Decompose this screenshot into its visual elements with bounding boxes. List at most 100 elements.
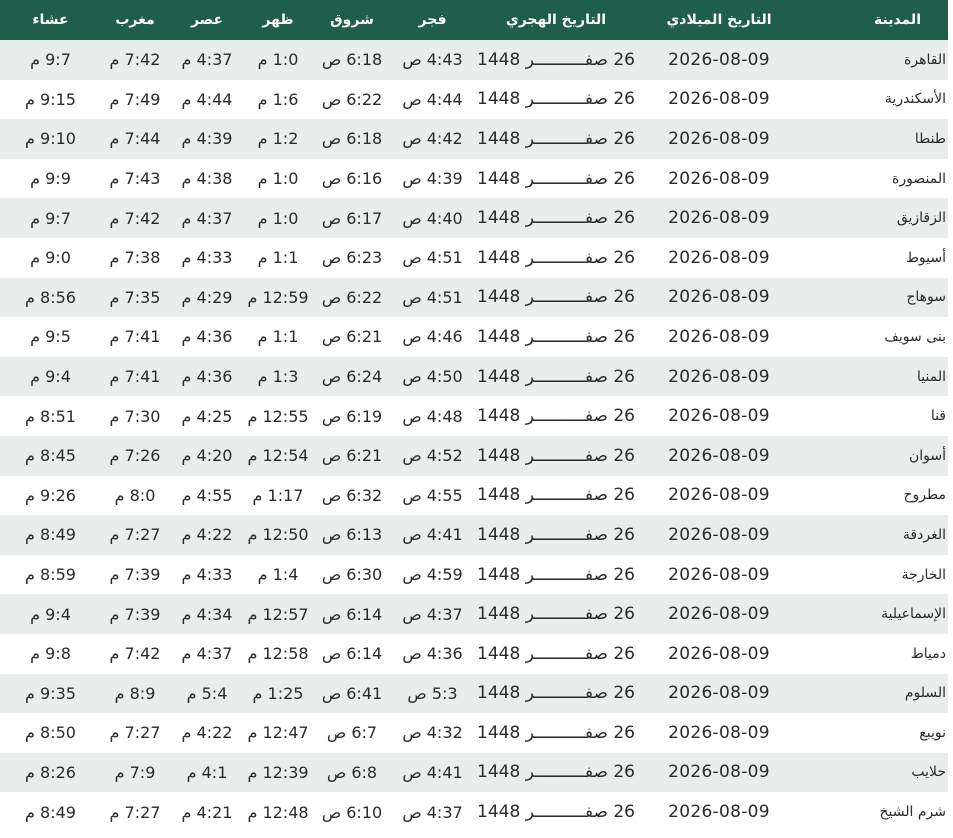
cell-city: مطروح bbox=[903, 487, 946, 504]
cell-fajr: 4:52 ص bbox=[402, 446, 463, 466]
cell-city: القاهرة bbox=[904, 51, 946, 68]
cell-asr: 4:36 م bbox=[181, 327, 233, 347]
cell-asr: 5:4 م bbox=[186, 683, 228, 703]
cell-asr: 4:33 م bbox=[181, 248, 233, 268]
table-row: الخارجة 2026-08-09 26 صفــــــــــر 1448 4:… bbox=[0, 554, 948, 595]
cell-city: الإسماعيلية bbox=[881, 606, 946, 623]
cell-asr: 4:37 م bbox=[181, 644, 233, 664]
cell-maghrib: 7:39 م bbox=[109, 565, 161, 585]
header-isha: عشاء bbox=[32, 12, 69, 28]
cell-sunrise: 6:24 ص bbox=[321, 367, 383, 387]
cell-fajr: 4:55 ص bbox=[402, 485, 463, 505]
cell-gregorian-date: 2026-08-09 bbox=[668, 643, 770, 664]
cell-hijri-date: 26 صفــــــــــر 1448 bbox=[477, 287, 635, 308]
cell-gregorian-date: 2026-08-09 bbox=[668, 722, 770, 743]
cell-fajr: 4:37 ص bbox=[402, 604, 463, 624]
cell-city: دمياط bbox=[910, 645, 946, 662]
cell-fajr: 4:37 ص bbox=[402, 802, 463, 822]
cell-dhuhr: 12:48 م bbox=[247, 802, 309, 822]
cell-dhuhr: 12:47 م bbox=[247, 723, 309, 743]
cell-city: قنا bbox=[930, 408, 946, 425]
cell-hijri-date: 26 صفــــــــــر 1448 bbox=[477, 604, 635, 625]
cell-maghrib: 7:30 م bbox=[109, 406, 161, 426]
cell-sunrise: 6:10 ص bbox=[321, 802, 383, 822]
cell-city: الأسكندرية bbox=[884, 91, 946, 108]
cell-fajr: 4:46 ص bbox=[402, 327, 463, 347]
cell-asr: 4:1 م bbox=[186, 762, 228, 782]
cell-isha: 9:26 م bbox=[25, 485, 76, 505]
table-row: المنصورة 2026-08-09 26 صفــــــــــر 1448 4… bbox=[0, 158, 948, 199]
cell-fajr: 4:59 ص bbox=[402, 565, 463, 585]
cell-sunrise: 6:21 ص bbox=[321, 446, 383, 466]
cell-fajr: 4:51 ص bbox=[402, 287, 463, 307]
cell-sunrise: 6:23 ص bbox=[321, 248, 383, 268]
cell-asr: 4:25 م bbox=[181, 406, 233, 426]
table-row: نويبع 2026-08-09 26 صفــــــــــر 1448 4:32… bbox=[0, 713, 948, 753]
cell-dhuhr: 12:55 م bbox=[247, 406, 309, 426]
cell-maghrib: 7:42 م bbox=[109, 644, 161, 664]
cell-dhuhr: 1:0 م bbox=[257, 208, 299, 228]
cell-dhuhr: 12:50 م bbox=[247, 525, 309, 545]
cell-maghrib: 7:27 م bbox=[109, 802, 161, 822]
cell-hijri-date: 26 صفــــــــــر 1448 bbox=[477, 762, 635, 783]
cell-city: بنى سويف bbox=[884, 328, 946, 345]
cell-maghrib: 7:44 م bbox=[109, 129, 161, 149]
cell-sunrise: 6:8 ص bbox=[326, 762, 378, 782]
header-asr: عصر bbox=[190, 12, 224, 28]
cell-dhuhr: 1:4 م bbox=[257, 565, 299, 585]
cell-fajr: 4:32 ص bbox=[402, 723, 463, 743]
cell-gregorian-date: 2026-08-09 bbox=[668, 208, 770, 229]
cell-dhuhr: 1:3 م bbox=[257, 367, 299, 387]
cell-maghrib: 7:42 م bbox=[109, 50, 161, 70]
table-row: القاهرة 2026-08-09 26 صفــــــــــر 1448 4:… bbox=[0, 40, 948, 80]
table-header: المدينة التاريخ الميلادي التاريخ الهجري … bbox=[0, 0, 948, 40]
cell-gregorian-date: 2026-08-09 bbox=[668, 128, 770, 149]
cell-hijri-date: 26 صفــــــــــر 1448 bbox=[477, 208, 635, 229]
table-row: السلوم 2026-08-09 26 صفــــــــــر 1448 5:3… bbox=[0, 673, 948, 714]
cell-asr: 4:21 م bbox=[181, 802, 233, 822]
cell-sunrise: 6:19 ص bbox=[321, 406, 383, 426]
cell-sunrise: 6:18 ص bbox=[321, 129, 383, 149]
cell-city: المنصورة bbox=[892, 170, 946, 187]
cell-gregorian-date: 2026-08-09 bbox=[668, 89, 770, 110]
header-sunrise: شروق bbox=[330, 12, 374, 28]
cell-hijri-date: 26 صفــــــــــر 1448 bbox=[477, 406, 635, 427]
cell-gregorian-date: 2026-08-09 bbox=[668, 406, 770, 427]
cell-maghrib: 7:41 م bbox=[109, 327, 161, 347]
cell-dhuhr: 1:17 م bbox=[252, 485, 304, 505]
table-row: الأسكندرية 2026-08-09 26 صفــــــــــر 144… bbox=[0, 79, 948, 120]
cell-dhuhr: 12:39 م bbox=[247, 762, 309, 782]
table-row: طنطا 2026-08-09 26 صفــــــــــر 1448 4:42 … bbox=[0, 119, 948, 159]
cell-isha: 9:4 م bbox=[30, 604, 71, 624]
cell-isha: 9:7 م bbox=[30, 50, 71, 70]
cell-fajr: 4:41 ص bbox=[402, 762, 463, 782]
cell-fajr: 4:50 ص bbox=[402, 367, 463, 387]
cell-dhuhr: 12:57 م bbox=[247, 604, 309, 624]
cell-maghrib: 7:27 م bbox=[109, 525, 161, 545]
cell-city: طنطا bbox=[914, 130, 946, 147]
prayer-times-table: المدينة التاريخ الميلادي التاريخ الهجري … bbox=[0, 0, 948, 832]
cell-asr: 4:33 م bbox=[181, 565, 233, 585]
cell-maghrib: 7:9 م bbox=[114, 762, 156, 782]
table-row: سوهاج 2026-08-09 26 صفــــــــــر 1448 4:51… bbox=[0, 277, 948, 318]
cell-gregorian-date: 2026-08-09 bbox=[668, 524, 770, 545]
cell-dhuhr: 1:0 م bbox=[257, 169, 299, 189]
cell-fajr: 4:51 ص bbox=[402, 248, 463, 268]
cell-dhuhr: 1:1 م bbox=[257, 248, 299, 268]
cell-asr: 4:37 م bbox=[181, 50, 233, 70]
cell-dhuhr: 1:6 م bbox=[257, 89, 299, 109]
cell-maghrib: 8:0 م bbox=[114, 485, 156, 505]
cell-asr: 4:38 م bbox=[181, 169, 233, 189]
cell-city: سوهاج bbox=[906, 289, 946, 306]
table-row: حلايب 2026-08-09 26 صفــــــــــر 1448 4:41… bbox=[0, 752, 948, 793]
cell-city: السلوم bbox=[904, 685, 946, 702]
cell-fajr: 4:36 ص bbox=[402, 644, 463, 664]
table-row: قنا 2026-08-09 26 صفــــــــــر 1448 4:48 ص… bbox=[0, 396, 948, 436]
cell-hijri-date: 26 صفــــــــــر 1448 bbox=[477, 247, 635, 268]
cell-maghrib: 7:35 م bbox=[109, 287, 161, 307]
header-gregorian-date: التاريخ الميلادي bbox=[666, 12, 772, 28]
cell-gregorian-date: 2026-08-09 bbox=[668, 445, 770, 466]
cell-gregorian-date: 2026-08-09 bbox=[668, 366, 770, 387]
table-row: شرم الشيخ 2026-08-09 26 صفــــــــــر 1448… bbox=[0, 792, 948, 832]
cell-gregorian-date: 2026-08-09 bbox=[668, 762, 770, 783]
